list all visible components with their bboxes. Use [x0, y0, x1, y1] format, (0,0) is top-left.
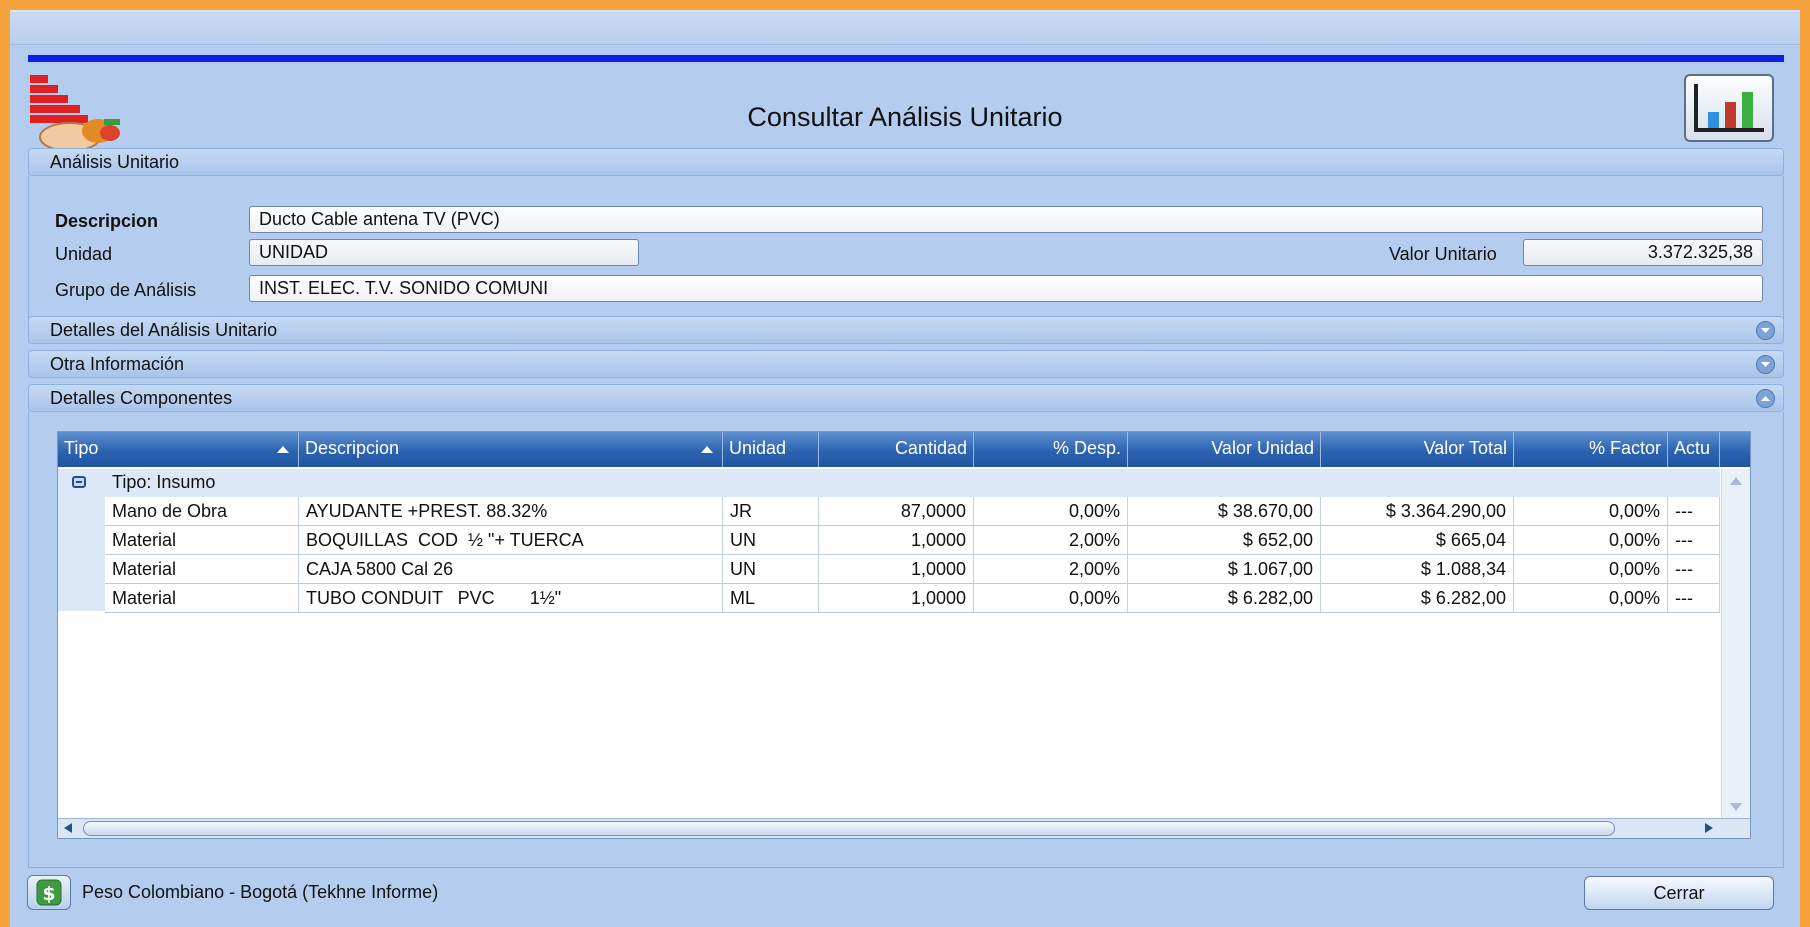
cell-tipo: Material: [105, 555, 299, 583]
scrollbar-thumb[interactable]: [83, 821, 1615, 836]
column-header-valor-unidad[interactable]: Valor Unidad: [1128, 432, 1321, 467]
cell-factor: 0,00%: [1514, 555, 1668, 583]
horizontal-scrollbar[interactable]: [58, 818, 1750, 838]
currency-label: Peso Colombiano - Bogotá (Tekhne Informe…: [82, 882, 439, 902]
bar-chart-icon: [1694, 84, 1764, 132]
section-title: Detalles del Análisis Unitario: [50, 320, 278, 340]
section-detalles-analisis[interactable]: Detalles del Análisis Unitario: [28, 316, 1784, 344]
column-label: Tipo: [64, 438, 99, 458]
cell-desp: 0,00%: [974, 584, 1128, 612]
cell-unidad: JR: [723, 497, 819, 525]
cell-actu: ---: [1668, 526, 1720, 554]
column-header-actu[interactable]: Actu: [1668, 432, 1720, 467]
cell-valor-total: $ 3.364.290,00: [1321, 497, 1514, 525]
cell-factor: 0,00%: [1514, 584, 1668, 612]
cell-cantidad: 1,0000: [819, 526, 974, 554]
valor-unitario-field[interactable]: 3.372.325,38: [1523, 239, 1763, 266]
table-row[interactable]: Material BOQUILLAS COD ½ "+ TUERCA UN 1,…: [105, 526, 1720, 555]
cell-cantidad: 1,0000: [819, 555, 974, 583]
scroll-up-icon[interactable]: [1730, 477, 1742, 485]
cell-actu: ---: [1668, 584, 1720, 612]
cell-unidad: ML: [723, 584, 819, 612]
section-title: Detalles Componentes: [50, 388, 233, 408]
group-label: Tipo: Insumo: [112, 472, 216, 492]
scroll-down-icon[interactable]: [1730, 803, 1742, 811]
cell-descripcion: BOQUILLAS COD ½ "+ TUERCA: [299, 526, 723, 554]
chevron-down-icon[interactable]: [1756, 355, 1775, 374]
currency-button[interactable]: $: [27, 875, 71, 910]
cell-factor: 0,00%: [1514, 526, 1668, 554]
cell-factor: 0,00%: [1514, 497, 1668, 525]
cell-unidad: UN: [723, 555, 819, 583]
cell-descripcion: AYUDANTE +PREST. 88.32%: [299, 497, 723, 525]
componentes-grid: Tipo Descripcion Unidad Cantidad % Desp.…: [57, 431, 1751, 839]
page-title: Consultar Análisis Unitario: [747, 102, 1063, 132]
cell-desp: 0,00%: [974, 497, 1128, 525]
cell-valor-total: $ 665,04: [1321, 526, 1514, 554]
vertical-scrollbar[interactable]: [1721, 469, 1750, 819]
section-title: Análisis Unitario: [50, 152, 180, 172]
group-row-insumo[interactable]: Tipo: Insumo: [58, 469, 1720, 497]
column-header-desp[interactable]: % Desp.: [974, 432, 1128, 467]
cell-cantidad: 87,0000: [819, 497, 974, 525]
chart-button[interactable]: [1684, 74, 1774, 142]
cell-valor-unidad: $ 38.670,00: [1128, 497, 1321, 525]
dollar-icon: $: [36, 879, 62, 906]
cell-cantidad: 1,0000: [819, 584, 974, 612]
cell-tipo: Mano de Obra: [105, 497, 299, 525]
cell-unidad: UN: [723, 526, 819, 554]
unidad-label: Unidad: [55, 244, 113, 264]
grupo-analisis-label: Grupo de Análisis: [55, 280, 197, 300]
valor-unitario-label: Valor Unitario: [1389, 244, 1497, 264]
column-header-descripcion[interactable]: Descripcion: [299, 432, 723, 467]
top-band: [10, 12, 1800, 45]
cell-valor-unidad: $ 1.067,00: [1128, 555, 1321, 583]
cell-tipo: Material: [105, 584, 299, 612]
column-header-tipo[interactable]: Tipo: [58, 432, 299, 467]
cell-descripcion: TUBO CONDUIT PVC 1½": [299, 584, 723, 612]
grupo-analisis-field[interactable]: INST. ELEC. T.V. SONIDO COMUNI: [249, 275, 1763, 302]
section-otra-informacion[interactable]: Otra Información: [28, 350, 1784, 378]
chevron-down-icon[interactable]: [1756, 321, 1775, 340]
accent-rule: [28, 55, 1784, 62]
cell-desp: 2,00%: [974, 526, 1128, 554]
column-label: Descripcion: [305, 438, 400, 458]
table-row[interactable]: Material CAJA 5800 Cal 26 UN 1,0000 2,00…: [105, 555, 1720, 584]
scroll-left-icon[interactable]: [64, 823, 72, 833]
chevron-up-icon[interactable]: [1756, 389, 1775, 408]
descripcion-field[interactable]: Ducto Cable antena TV (PVC): [249, 206, 1763, 233]
group-gutter: [58, 497, 105, 611]
cell-tipo: Material: [105, 526, 299, 554]
cell-desp: 2,00%: [974, 555, 1128, 583]
cell-valor-unidad: $ 652,00: [1128, 526, 1321, 554]
section-title: Otra Información: [50, 354, 185, 374]
column-header-unidad[interactable]: Unidad: [723, 432, 819, 467]
column-header-factor[interactable]: % Factor: [1514, 432, 1668, 467]
cell-valor-total: $ 6.282,00: [1321, 584, 1514, 612]
analisis-panel: Descripcion Ducto Cable antena TV (PVC) …: [28, 176, 1784, 321]
cell-valor-unidad: $ 6.282,00: [1128, 584, 1321, 612]
table-row[interactable]: Mano de Obra AYUDANTE +PREST. 88.32% JR …: [105, 497, 1720, 526]
close-button[interactable]: Cerrar: [1584, 876, 1774, 910]
svg-text:$: $: [42, 883, 55, 905]
sort-asc-icon: [701, 446, 713, 453]
sort-asc-icon: [277, 446, 289, 453]
table-row[interactable]: Material TUBO CONDUIT PVC 1½" ML 1,0000 …: [105, 584, 1720, 613]
cell-valor-total: $ 1.088,34: [1321, 555, 1514, 583]
grid-header: Tipo Descripcion Unidad Cantidad % Desp.…: [58, 432, 1750, 467]
collapse-group-icon[interactable]: [72, 476, 86, 488]
unidad-field[interactable]: UNIDAD: [249, 239, 639, 266]
cell-actu: ---: [1668, 497, 1720, 525]
column-header-valor-total[interactable]: Valor Total: [1321, 432, 1514, 467]
cell-descripcion: CAJA 5800 Cal 26: [299, 555, 723, 583]
section-analisis-unitario[interactable]: Análisis Unitario: [28, 148, 1784, 176]
scroll-right-icon[interactable]: [1705, 823, 1713, 833]
descripcion-label: Descripcion: [55, 211, 159, 231]
column-header-cantidad[interactable]: Cantidad: [819, 432, 974, 467]
cell-actu: ---: [1668, 555, 1720, 583]
section-detalles-componentes[interactable]: Detalles Componentes: [28, 384, 1784, 412]
